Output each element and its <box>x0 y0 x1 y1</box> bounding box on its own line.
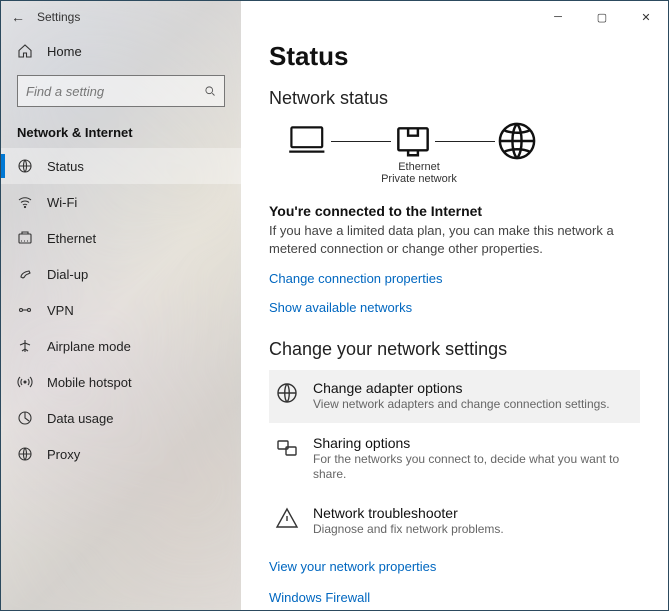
sidebar-item-vpn[interactable]: VPN <box>1 292 241 328</box>
change-adapter-options-row[interactable]: Change adapter options View network adap… <box>269 370 640 423</box>
diagram-labels: Ethernet Private network <box>377 161 461 185</box>
globe-icon <box>17 158 33 174</box>
sidebar-item-label: Status <box>47 159 84 174</box>
sidebar-item-wifi[interactable]: Wi-Fi <box>1 184 241 220</box>
maximize-button[interactable]: ▢ <box>580 1 624 33</box>
row-desc: For the networks you connect to, decide … <box>313 452 633 483</box>
pc-icon <box>287 123 331 159</box>
search-container <box>1 69 241 115</box>
show-available-networks-link[interactable]: Show available networks <box>269 300 640 315</box>
connected-description: If you have a limited data plan, you can… <box>269 222 629 257</box>
sidebar-item-status[interactable]: Status <box>1 148 241 184</box>
close-button[interactable]: ✕ <box>624 1 668 33</box>
sharing-options-row[interactable]: Sharing options For the networks you con… <box>269 425 640 493</box>
sidebar-item-label: Proxy <box>47 447 80 462</box>
home-label: Home <box>47 44 82 59</box>
network-troubleshooter-row[interactable]: Network troubleshooter Diagnose and fix … <box>269 495 640 548</box>
sidebar-item-proxy[interactable]: Proxy <box>1 436 241 472</box>
row-desc: View network adapters and change connect… <box>313 397 610 413</box>
sidebar-item-label: Dial-up <box>47 267 88 282</box>
network-diagram <box>287 123 640 159</box>
sidebar-item-datausage[interactable]: Data usage <box>1 400 241 436</box>
sidebar-item-airplane[interactable]: Airplane mode <box>1 328 241 364</box>
vpn-icon <box>17 302 33 318</box>
sidebar-item-label: Mobile hotspot <box>47 375 132 390</box>
window-controls: ─ ▢ ✕ <box>536 1 668 33</box>
change-connection-properties-link[interactable]: Change connection properties <box>269 271 640 286</box>
connected-heading: You're connected to the Internet <box>269 203 640 219</box>
back-button[interactable]: ← <box>7 9 29 25</box>
sidebar-item-label: Ethernet <box>47 231 96 246</box>
main-content: Status Network status Ethernet Private n… <box>241 1 668 610</box>
sidebar-item-dialup[interactable]: Dial-up <box>1 256 241 292</box>
sidebar-item-label: Data usage <box>47 411 114 426</box>
row-title: Sharing options <box>313 435 633 451</box>
dialup-icon <box>17 266 33 282</box>
home-icon <box>17 43 33 59</box>
sidebar: ← Settings Home Network & Internet <box>1 1 241 610</box>
sharing-icon <box>275 436 299 460</box>
sidebar-section-title: Network & Internet <box>1 115 241 148</box>
windows-firewall-link[interactable]: Windows Firewall <box>269 586 640 609</box>
data-usage-icon <box>17 410 33 426</box>
search-box[interactable] <box>17 75 225 107</box>
row-title: Change adapter options <box>313 380 610 396</box>
search-icon <box>204 83 216 99</box>
network-type: Private network <box>377 173 461 185</box>
page-title: Status <box>269 41 640 72</box>
sidebar-item-ethernet[interactable]: Ethernet <box>1 220 241 256</box>
titlebar: ← Settings <box>1 1 241 33</box>
network-status-heading: Network status <box>269 88 640 109</box>
home-button[interactable]: Home <box>1 33 241 69</box>
change-network-settings-heading: Change your network settings <box>269 339 640 360</box>
proxy-icon <box>17 446 33 462</box>
troubleshoot-warning-icon <box>275 506 299 530</box>
diagram-line <box>331 141 391 142</box>
sidebar-item-label: Airplane mode <box>47 339 131 354</box>
connection-name: Ethernet <box>377 161 461 173</box>
ethernet-icon <box>17 230 33 246</box>
diagram-line <box>435 141 495 142</box>
row-desc: Diagnose and fix network problems. <box>313 522 504 538</box>
minimize-button[interactable]: ─ <box>536 1 580 33</box>
row-title: Network troubleshooter <box>313 505 504 521</box>
sidebar-nav: Status Wi-Fi Ethernet Dial-up <box>1 148 241 472</box>
airplane-icon <box>17 338 33 354</box>
sidebar-item-hotspot[interactable]: Mobile hotspot <box>1 364 241 400</box>
sidebar-item-label: VPN <box>47 303 74 318</box>
search-input[interactable] <box>26 84 204 99</box>
internet-globe-icon <box>495 123 539 159</box>
app-title: Settings <box>29 10 80 24</box>
hotspot-icon <box>17 374 33 390</box>
settings-window: ─ ▢ ✕ ← Settings Home Network & Internet <box>1 1 668 610</box>
view-network-properties-link[interactable]: View your network properties <box>269 555 640 578</box>
wifi-icon <box>17 194 33 210</box>
adapter-globe-icon <box>275 381 299 405</box>
sidebar-item-label: Wi-Fi <box>47 195 77 210</box>
router-icon <box>391 123 435 159</box>
